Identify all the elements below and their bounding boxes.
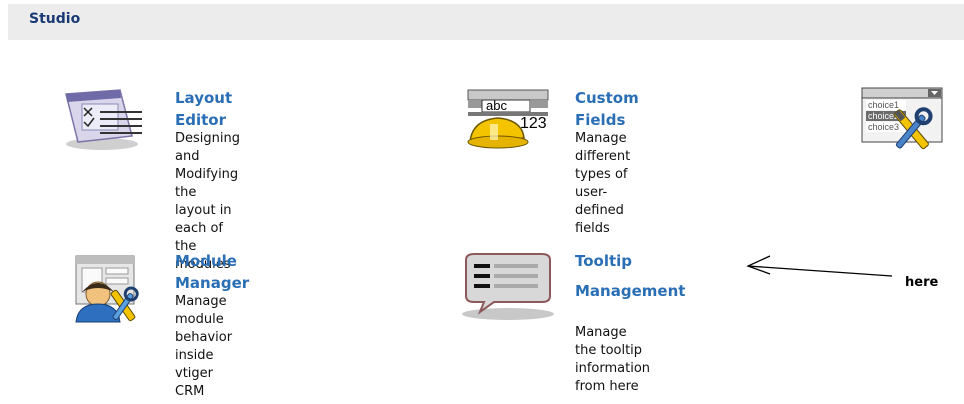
- annotation-text: here: [905, 275, 939, 290]
- custom-fields-icon-text: abc: [486, 98, 507, 113]
- module-manager-link[interactable]: Module Manager: [175, 250, 249, 294]
- tooltip-title-line[interactable]: Management: [575, 280, 685, 302]
- description-line: information from here: [575, 361, 651, 394]
- tooltip-management-description: Manage the tooltip information from here: [575, 324, 650, 396]
- custom-fields-description: Manage different types of user-defined f…: [575, 130, 630, 238]
- custom-fields-link[interactable]: Custom Fields: [575, 87, 639, 131]
- studio-header: Studio: [8, 4, 964, 40]
- module-manager-icon[interactable]: [72, 254, 150, 324]
- description-line: Designing and: [175, 131, 240, 164]
- description-line: fields: [575, 221, 610, 236]
- arrow-icon: [746, 255, 893, 277]
- picklist-choice-text: choice2: [868, 111, 899, 121]
- custom-fields-icon-text: 123: [520, 115, 547, 132]
- module-manager-description: Manage module behavior inside vtiger CRM: [175, 293, 232, 401]
- picklist-choice-text: choice1: [868, 100, 899, 110]
- tooltip-title-line[interactable]: Tooltip: [575, 250, 685, 272]
- description-line: types of user-defined: [575, 167, 628, 218]
- studio-title: Studio: [29, 11, 81, 27]
- layout-editor-icon[interactable]: [60, 86, 146, 152]
- picklist-choice-text: choice3: [868, 122, 899, 132]
- custom-fields-icon[interactable]: abc 123: [464, 86, 554, 152]
- picklist-editor-icon[interactable]: choice1 choice2 choice3: [858, 84, 948, 156]
- description-line: Manage module: [175, 294, 227, 327]
- description-line: CRM: [175, 384, 205, 399]
- tooltip-management-link[interactable]: Tooltip Management: [575, 250, 685, 302]
- description-line: Manage the tooltip: [575, 325, 643, 358]
- layout-editor-link[interactable]: Layout Editor: [175, 87, 232, 131]
- tooltip-icon[interactable]: [458, 250, 558, 322]
- description-line: Manage different: [575, 131, 631, 164]
- description-line: behavior inside vtiger: [175, 330, 233, 381]
- description-line: Modifying the layout in: [175, 167, 239, 218]
